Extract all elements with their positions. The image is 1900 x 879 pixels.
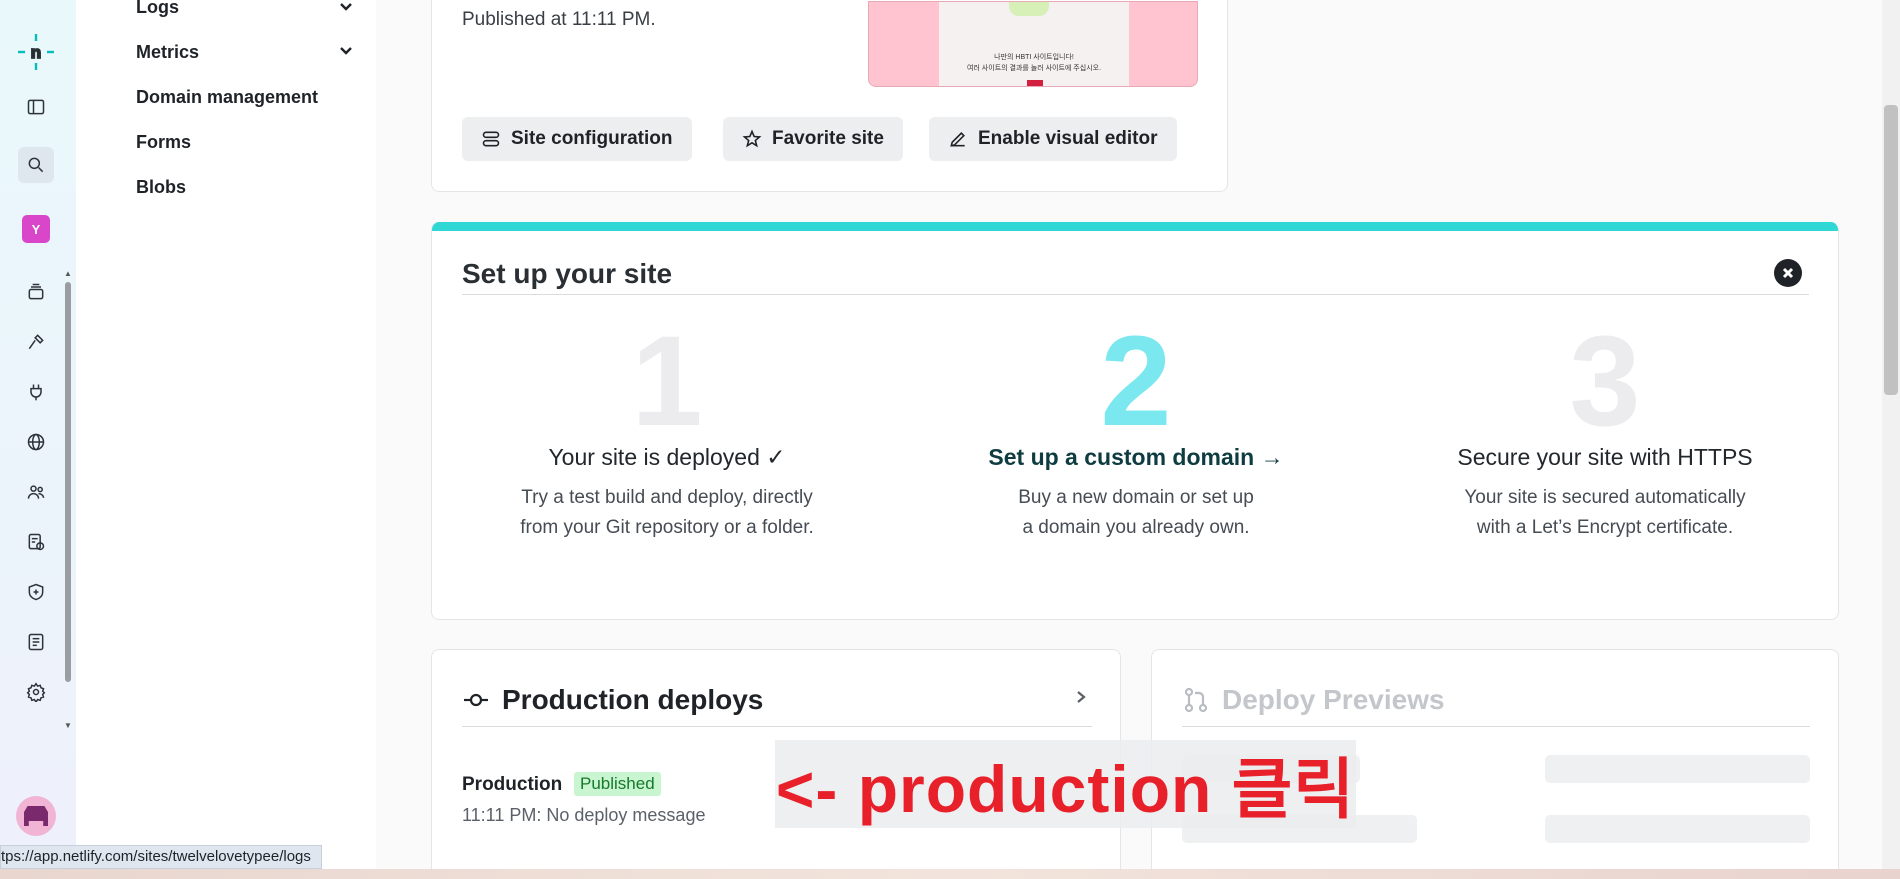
scroll-up-arrow-icon[interactable]: ▲ — [64, 270, 72, 278]
step-number: 2 — [1100, 310, 1172, 453]
favorite-site-label: Favorite site — [772, 128, 884, 149]
site-sidenav: Logs Metrics Domain management Forms Blo… — [76, 0, 376, 879]
step-description-line: with a Let’s Encrypt certificate. — [1476, 517, 1734, 538]
netlify-logo-icon[interactable]: n — [16, 32, 56, 72]
team-avatar[interactable]: Y — [22, 215, 50, 243]
sidenav-item-blobs[interactable]: Blobs — [136, 177, 186, 198]
preview-badge — [1027, 80, 1043, 86]
billing-icon[interactable] — [18, 524, 54, 560]
audit-log-icon[interactable] — [18, 624, 54, 660]
site-overview-card: Published at 11:11 PM. 나만의 HBTI 사이트입니다! … — [431, 0, 1228, 192]
divider — [462, 726, 1092, 727]
setup-custom-domain-link[interactable]: Set up a custom domain → — [926, 444, 1346, 471]
preview-page: 나만의 HBTI 사이트입니다! 여러 사이트의 결과를 놀러 사이트에 주십시… — [939, 2, 1129, 86]
setup-step-1: 1 Your site is deployed ✓ Try a test bui… — [457, 310, 877, 543]
sidenav-item-forms[interactable]: Forms — [136, 132, 191, 153]
step-description-line: Your site is secured automatically — [1464, 487, 1746, 508]
step-title: Secure your site with HTTPS — [1457, 444, 1753, 470]
pencil-icon — [950, 132, 965, 147]
annotation-text: <- production 클릭 — [775, 752, 1356, 826]
setup-title: Set up your site — [462, 258, 673, 289]
divider — [462, 294, 1809, 295]
setup-site-card: Set up your site 1 Your site is deployed… — [431, 222, 1839, 620]
close-icon[interactable] — [1774, 259, 1802, 287]
avatar-glyph-icon — [24, 806, 48, 826]
loading-skeleton — [1545, 815, 1810, 843]
sidenav-item-domain-management[interactable]: Domain management — [136, 87, 318, 108]
builds-hammer-icon[interactable] — [18, 324, 54, 360]
icon-rail: n Y ▲ ▼ — [0, 0, 76, 879]
step-description: Your site is secured automatically with … — [1395, 483, 1815, 543]
security-shield-icon[interactable] — [18, 574, 54, 610]
integrations-plug-icon[interactable] — [18, 374, 54, 410]
members-icon[interactable] — [18, 474, 54, 510]
step-description: Try a test build and deploy, directly fr… — [457, 483, 877, 543]
step-description-line: Buy a new domain or set up — [1018, 487, 1254, 508]
production-deploy-link[interactable]: Production — [462, 774, 562, 796]
page-scrollbar[interactable] — [1882, 0, 1900, 879]
production-deploys-title: Production deploys — [502, 684, 764, 715]
user-avatar[interactable] — [16, 796, 56, 836]
rail-scroll-thumb[interactable] — [65, 282, 71, 682]
star-icon — [742, 129, 762, 148]
commit-icon — [464, 693, 488, 707]
loading-skeleton — [1545, 755, 1810, 783]
step-description-line: a domain you already own. — [1022, 517, 1250, 538]
status-badge: Published — [574, 772, 661, 796]
tutorial-annotation: <- production 클릭 — [775, 740, 1356, 828]
production-deploys-header[interactable]: Production deploys — [462, 684, 763, 716]
chevron-right-icon[interactable] — [1074, 690, 1088, 704]
preview-line: 여러 사이트의 결과를 놀러 사이트에 주십시오. — [966, 65, 1102, 72]
scroll-down-arrow-icon[interactable]: ▼ — [64, 722, 72, 730]
divider — [1182, 726, 1810, 727]
step-description: Buy a new domain or set up a domain you … — [926, 483, 1346, 543]
site-configuration-button[interactable]: Site configuration — [462, 117, 692, 161]
sidenav-item-metrics[interactable]: Metrics — [136, 42, 199, 63]
step-number: 3 — [1569, 310, 1641, 453]
svg-text:n: n — [31, 43, 41, 62]
pull-request-icon — [1184, 687, 1208, 713]
preview-line: 나만의 HBTI 사이트입니다! — [994, 54, 1074, 61]
search-icon[interactable] — [18, 147, 54, 183]
favorite-site-button[interactable]: Favorite site — [723, 117, 903, 161]
step-description-line: from your Git repository or a folder. — [520, 517, 814, 538]
taskbar-strip — [0, 869, 1900, 879]
site-preview-thumbnail[interactable]: 나만의 HBTI 사이트입니다! 여러 사이트의 결과를 놀러 사이트에 주십시… — [868, 1, 1198, 87]
page-scroll-thumb[interactable] — [1884, 105, 1898, 395]
rail-scrollbar[interactable]: ▲ ▼ — [64, 270, 72, 730]
settings-gear-icon[interactable] — [18, 674, 54, 710]
link-status-url: tps://app.netlify.com/sites/twelvelovety… — [0, 845, 322, 869]
domains-globe-icon[interactable] — [18, 424, 54, 460]
step-title: Your site is deployed ✓ — [548, 444, 786, 470]
sites-stack-icon[interactable] — [18, 274, 54, 310]
site-configuration-label: Site configuration — [511, 128, 673, 149]
setup-step-2[interactable]: 2 Set up a custom domain → Buy a new dom… — [926, 310, 1346, 543]
preview-illustration — [1009, 2, 1049, 16]
sidebar-toggle-icon[interactable] — [18, 89, 54, 125]
setup-accent-bar — [432, 222, 1838, 231]
toggles-icon — [482, 131, 500, 147]
sidenav-item-logs[interactable]: Logs — [136, 0, 179, 18]
enable-visual-editor-label: Enable visual editor — [978, 128, 1158, 149]
chevron-down-icon[interactable] — [338, 0, 354, 15]
chevron-down-icon[interactable] — [338, 43, 354, 59]
published-at-text: Published at 11:11 PM. — [462, 9, 656, 30]
deploy-message: 11:11 PM: No deploy message — [462, 805, 706, 825]
step-description-line: Try a test build and deploy, directly — [521, 487, 813, 508]
deploy-previews-title: Deploy Previews — [1222, 684, 1445, 715]
enable-visual-editor-button[interactable]: Enable visual editor — [929, 117, 1177, 161]
deploy-previews-header[interactable]: Deploy Previews — [1182, 684, 1445, 716]
step-number: 1 — [631, 310, 703, 453]
setup-step-3: 3 Secure your site with HTTPS Your site … — [1395, 310, 1815, 543]
